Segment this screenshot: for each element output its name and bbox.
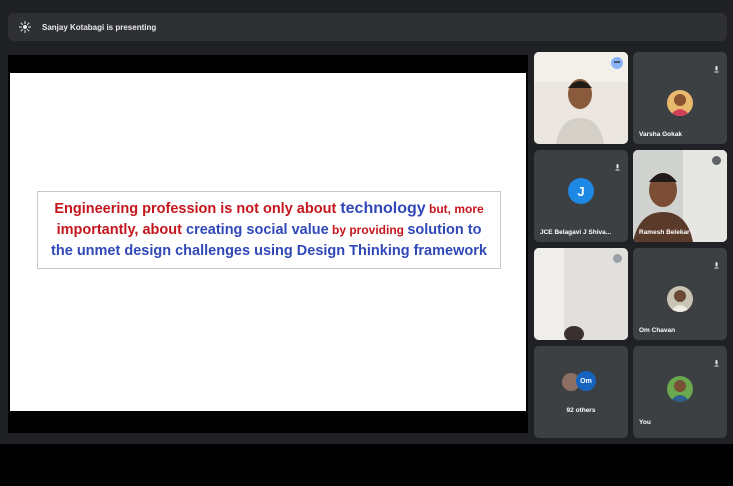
participant-name: 92 others: [566, 407, 596, 414]
participant-tile-video-1[interactable]: •••: [534, 52, 628, 144]
slide-quote-box: Engineering profession is not only about…: [37, 191, 501, 269]
bottom-control-bar: [0, 444, 733, 486]
slide-line-1: Engineering profession is not only about…: [54, 198, 483, 220]
slide-text-segment: by providing: [328, 223, 408, 237]
participant-tile-3[interactable]: J JCE Belagavi J Shiva...: [534, 150, 628, 242]
slide-text-segment: but, more: [425, 202, 484, 216]
mic-muted-icon: [714, 354, 719, 367]
slide-text-segment: technology: [340, 200, 426, 217]
avatar-letter: J: [568, 178, 594, 204]
meeting-stage: Sanjay Kotabagi is presenting Engineerin…: [0, 0, 733, 486]
slide: Engineering profession is not only about…: [10, 73, 526, 411]
others-avatars: Om: [562, 371, 602, 393]
participant-name: Varsha Gokak: [639, 131, 682, 138]
participant-tile-video-5[interactable]: [534, 248, 628, 340]
slide-text-segment: Engineering profession is not only about: [54, 201, 341, 217]
avatar: [667, 90, 693, 116]
participant-tile-2[interactable]: Varsha Gokak: [633, 52, 727, 144]
avatar-letter: Om: [576, 371, 596, 391]
slide-line-3: the unmet design challenges using Design…: [51, 241, 487, 262]
shared-screen[interactable]: Engineering profession is not only about…: [8, 55, 528, 433]
slide-text-segment: creating social value: [186, 222, 329, 238]
participant-name: JCE Belagavi J Shiva...: [540, 229, 612, 236]
avatar: [667, 286, 693, 312]
avatar: [667, 376, 693, 402]
participant-name: Om Chavan: [639, 327, 676, 334]
mic-muted-icon: [712, 156, 721, 165]
mic-muted-icon: [615, 158, 620, 171]
participant-tile-self[interactable]: You: [633, 346, 727, 438]
slide-text-segment: importantly, about: [56, 222, 186, 238]
mic-muted-icon: [714, 60, 719, 73]
presenter-label: Sanjay Kotabagi is presenting: [42, 22, 157, 32]
slide-text-segment: the unmet design challenges using Design…: [51, 243, 487, 259]
participant-tile-6[interactable]: Om Chavan: [633, 248, 727, 340]
participant-tile-others[interactable]: Om 92 others: [534, 346, 628, 438]
slide-text-segment: solution to: [407, 222, 482, 238]
speaking-indicator-icon: •••: [611, 57, 623, 69]
participant-name: Ramesh Belekar: [639, 229, 690, 236]
mic-muted-icon: [613, 254, 622, 263]
mic-muted-icon: [714, 256, 719, 269]
presentation-banner: Sanjay Kotabagi is presenting: [8, 13, 727, 41]
participant-name: You: [639, 419, 651, 426]
slide-line-2: importantly, about creating social value…: [57, 220, 482, 241]
participant-tile-video-4[interactable]: Ramesh Belekar: [633, 150, 727, 242]
present-screen-icon: [18, 20, 32, 34]
